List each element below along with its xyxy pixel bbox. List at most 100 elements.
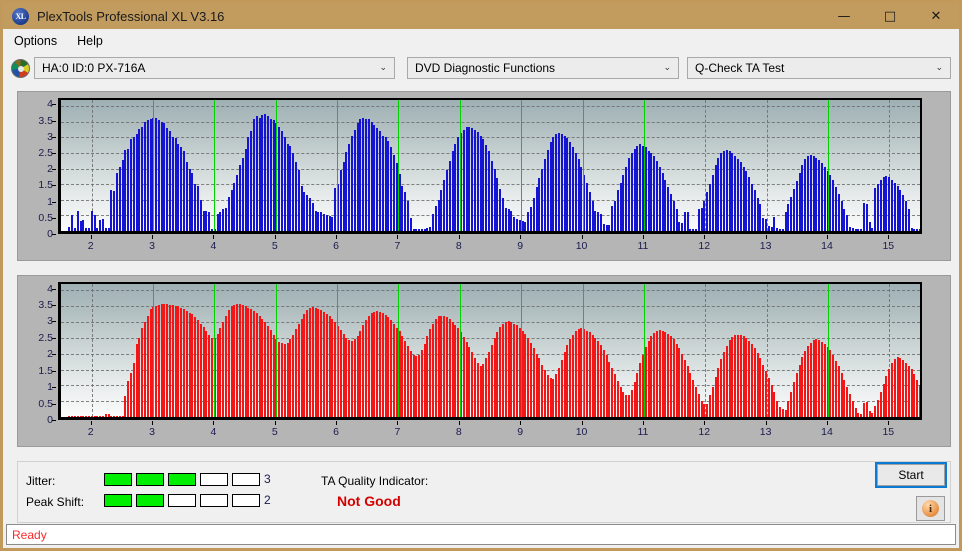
chart-bar	[860, 229, 862, 231]
chart-bar	[740, 162, 742, 231]
chart-bar	[379, 312, 381, 417]
x-axis-tick-label: 4	[210, 426, 217, 438]
plot-area	[58, 98, 922, 234]
chart-bar	[569, 142, 571, 231]
x-axis-tick	[397, 421, 399, 425]
chart-bar	[404, 192, 406, 231]
chart-bar	[505, 208, 507, 231]
chart-bar	[575, 153, 577, 231]
chart-bar	[457, 328, 459, 417]
start-button[interactable]: Start	[875, 462, 947, 488]
chart-bar	[197, 320, 199, 417]
chart-bar	[824, 344, 826, 417]
chart-bar	[505, 322, 507, 417]
maximize-button[interactable]: □	[867, 3, 913, 29]
chart-bar	[239, 165, 241, 231]
chart-bar	[821, 163, 823, 231]
chart-bar	[169, 305, 171, 417]
chart-bar	[541, 169, 543, 231]
chart-bar	[331, 217, 333, 231]
chart-bar	[242, 158, 244, 231]
chart-bar	[678, 222, 680, 231]
x-axis-tick-label: 4	[210, 240, 217, 252]
chart-bar	[418, 229, 420, 231]
chart-bar	[913, 229, 915, 231]
chart-bar	[68, 227, 70, 231]
menu-item-options[interactable]: Options	[5, 31, 66, 51]
chart-bar	[393, 155, 395, 231]
chart-bar	[186, 311, 188, 417]
meter-segment	[104, 473, 132, 486]
chart-bar	[740, 335, 742, 417]
chart-bar	[891, 180, 893, 231]
status-bar: Ready	[6, 524, 956, 545]
chart-bar	[787, 401, 789, 417]
chart-bar	[340, 170, 342, 231]
peak-shift-meter	[104, 494, 260, 507]
x-axis-tick	[642, 421, 644, 425]
info-button[interactable]: i	[916, 496, 945, 521]
chart-bar	[82, 220, 84, 231]
chart-bar	[650, 336, 652, 417]
chart-bar	[334, 322, 336, 417]
menu-item-help[interactable]: Help	[68, 31, 112, 51]
chart-bar	[113, 191, 115, 231]
chart-bar	[242, 305, 244, 417]
chart-bar	[99, 416, 101, 417]
chart-bar	[639, 144, 641, 231]
test-select[interactable]: Q-Check TA Test ⌄	[687, 57, 951, 79]
minimize-button[interactable]: —	[821, 3, 867, 29]
chart-bar	[261, 115, 263, 231]
chart-bar	[261, 319, 263, 417]
marker-line	[459, 100, 461, 231]
chart-bar	[569, 339, 571, 417]
chart-bar	[628, 395, 630, 417]
gridline-vertical	[91, 284, 93, 417]
chart-bar	[183, 309, 185, 417]
chart-bar	[91, 416, 93, 417]
chart-bar	[636, 146, 638, 231]
x-axis-tick	[152, 421, 154, 425]
drive-select[interactable]: HA:0 ID:0 PX-716A ⌄	[34, 57, 395, 79]
chart-bar	[667, 187, 669, 231]
chart-bar	[127, 149, 129, 231]
x-axis-tick-label: 11	[637, 240, 649, 252]
x-axis-tick	[90, 421, 92, 425]
chart-bar	[905, 363, 907, 417]
x-axis-tick	[826, 235, 828, 239]
chart-panel-peakshift: 0 0.5 1 1.5 2 2.5 3 3.5 4 2 3 4 5 6 7 8 9 10 11 12 13 14 15	[17, 275, 951, 447]
chart-bar	[477, 363, 479, 417]
close-button[interactable]: ✕	[913, 3, 959, 29]
chart-bar	[496, 332, 498, 417]
chart-bar	[857, 229, 859, 231]
chart-bar	[600, 214, 602, 231]
chart-bar	[575, 331, 577, 417]
chart-bar	[547, 150, 549, 231]
chart-bar	[292, 153, 294, 231]
chart-bar	[390, 320, 392, 417]
chart-bar	[88, 416, 90, 417]
chart-bar	[589, 192, 591, 231]
marker-line	[214, 100, 216, 231]
chart-bar	[421, 229, 423, 231]
chart-bar	[362, 118, 364, 231]
function-select[interactable]: DVD Diagnostic Functions ⌄	[407, 57, 679, 79]
chart-bar	[485, 358, 487, 417]
chart-bar	[544, 370, 546, 417]
chart-bar	[74, 416, 76, 417]
chart-bar	[463, 337, 465, 417]
chart-bar	[463, 130, 465, 231]
chart-bar	[659, 330, 661, 417]
meter-segment	[200, 494, 228, 507]
chart-bar	[77, 416, 79, 417]
chart-bar	[298, 170, 300, 231]
x-axis-tick-label: 14	[821, 426, 833, 438]
chart-bar	[762, 218, 764, 231]
y-axis-tick-label: 3.5	[38, 114, 53, 127]
chart-bar	[544, 159, 546, 231]
chart-bar	[653, 156, 655, 231]
chart-bar	[138, 129, 140, 231]
chart-bar	[85, 228, 87, 231]
chart-bar	[359, 119, 361, 231]
chart-bar	[821, 342, 823, 417]
